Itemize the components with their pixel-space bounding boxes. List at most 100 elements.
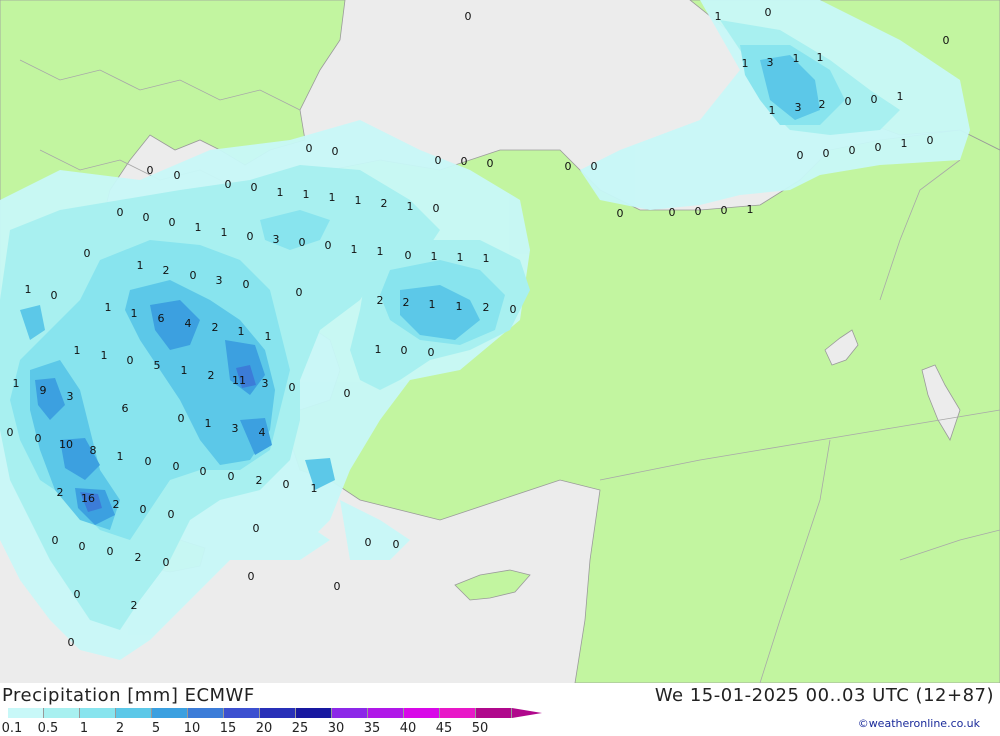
legend-label: 0.5 <box>37 721 59 736</box>
precip-value: 0 <box>140 503 147 516</box>
precip-value: 1 <box>137 259 144 272</box>
precip-value: 0 <box>228 470 235 483</box>
precip-value: 1 <box>117 450 124 463</box>
precip-value: 0 <box>669 206 676 219</box>
precip-value: 0 <box>401 344 408 357</box>
precip-value: 3 <box>767 56 774 69</box>
precip-value: 0 <box>332 145 339 158</box>
precip-value: 0 <box>510 303 517 316</box>
precip-value: 1 <box>897 90 904 103</box>
precip-value: 0 <box>283 478 290 491</box>
precip-value: 1 <box>351 243 358 256</box>
precip-value: 0 <box>765 6 772 19</box>
precip-value: 9 <box>40 384 47 397</box>
precip-value: 1 <box>181 364 188 377</box>
precip-value: 0 <box>225 178 232 191</box>
precip-value: 0 <box>721 204 728 217</box>
precip-value: 0 <box>433 202 440 215</box>
precip-value: 2 <box>377 294 384 307</box>
precip-value: 0 <box>74 588 81 601</box>
precip-value: 0 <box>465 10 472 23</box>
legend-swatch <box>80 708 116 718</box>
precip-value: 0 <box>168 508 175 521</box>
precip-value: 0 <box>296 286 303 299</box>
legend-swatch <box>260 708 296 718</box>
precip-value: 3 <box>232 422 239 435</box>
precip-value: 1 <box>375 343 382 356</box>
precip-value: 0 <box>849 144 856 157</box>
legend-swatch <box>8 708 44 718</box>
precip-value: 0 <box>51 289 58 302</box>
precip-value: 8 <box>90 444 97 457</box>
legend-swatch <box>116 708 152 718</box>
precip-value: 1 <box>265 330 272 343</box>
legend-label: 30 <box>327 721 345 736</box>
precip-value: 4 <box>259 426 266 439</box>
precip-value: 1 <box>742 57 749 70</box>
precip-value: 3 <box>795 101 802 114</box>
precip-value: 0 <box>487 157 494 170</box>
precip-value: 1 <box>13 377 20 390</box>
precip-value: 0 <box>248 570 255 583</box>
legend-swatch <box>224 708 260 718</box>
precip-value: 6 <box>122 402 129 415</box>
precip-value: 0 <box>68 636 75 649</box>
precip-value: 3 <box>273 233 280 246</box>
precip-value: 0 <box>797 149 804 162</box>
precip-value: 2 <box>483 301 490 314</box>
precip-value: 0 <box>365 536 372 549</box>
precip-value: 0 <box>247 230 254 243</box>
valid-time: We 15-01-2025 00..03 UTC (12+87) <box>654 685 994 706</box>
precip-value: 16 <box>81 492 95 505</box>
legend-label: 40 <box>399 721 417 736</box>
legend-label: 20 <box>255 721 273 736</box>
precip-value: 2 <box>381 197 388 210</box>
precip-value: 0 <box>117 206 124 219</box>
precip-value: 1 <box>715 10 722 23</box>
legend-swatch <box>296 708 332 718</box>
precip-value: 0 <box>169 216 176 229</box>
precip-value: 0 <box>174 169 181 182</box>
precip-value: 0 <box>243 278 250 291</box>
legend-arrow <box>512 708 542 718</box>
precip-value: 1 <box>483 252 490 265</box>
precip-value: 0 <box>306 142 313 155</box>
precip-value: 1 <box>431 250 438 263</box>
legend-swatch <box>44 708 80 718</box>
precip-value: 0 <box>428 346 435 359</box>
precip-value: 0 <box>393 538 400 551</box>
legend-label: 2 <box>115 721 125 736</box>
precip-value: 0 <box>147 164 154 177</box>
precip-value: 0 <box>145 455 152 468</box>
precip-value: 2 <box>135 551 142 564</box>
precipitation-map[interactable]: 0 0 1 0 1 3 1 1 1 3 2 0 0 1 0 0 0 0 1 0 0 0 0 0 0 0 0 0 0 0 0 1 1 1 1 2 1 0 0 0… <box>0 0 1000 683</box>
legend-swatch <box>476 708 512 718</box>
precip-value: 1 <box>793 52 800 65</box>
legend-label: 45 <box>435 721 453 736</box>
precip-value: 1 <box>311 482 318 495</box>
precip-value: 0 <box>435 154 442 167</box>
precip-value: 0 <box>344 387 351 400</box>
credit-link[interactable]: ©weatheronline.co.uk <box>858 717 980 730</box>
precip-value: 0 <box>875 141 882 154</box>
precip-value: 2 <box>208 369 215 382</box>
precip-value: 0 <box>52 534 59 547</box>
precip-value: 5 <box>154 359 161 372</box>
precip-value: 0 <box>143 211 150 224</box>
precip-value: 2 <box>819 98 826 111</box>
precip-value: 0 <box>871 93 878 106</box>
precip-value: 1 <box>221 226 228 239</box>
precip-value: 1 <box>456 300 463 313</box>
precip-value: 1 <box>195 221 202 234</box>
precip-value: 0 <box>565 160 572 173</box>
precip-value: 0 <box>253 522 260 535</box>
precip-value: 0 <box>79 540 86 553</box>
precip-value: 2 <box>131 599 138 612</box>
precip-value: 2 <box>212 321 219 334</box>
precip-value: 1 <box>457 251 464 264</box>
precip-value: 0 <box>200 465 207 478</box>
precip-value: 1 <box>407 200 414 213</box>
precip-value: 1 <box>377 245 384 258</box>
legend-swatch <box>440 708 476 718</box>
precip-value: 1 <box>105 301 112 314</box>
